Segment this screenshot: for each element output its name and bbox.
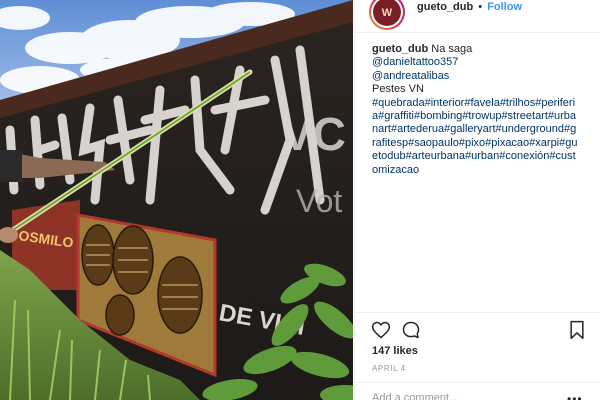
bookmark-icon[interactable] [567, 320, 587, 340]
post-photo[interactable]: VC Vot OSMILO DE VIAI [0, 0, 353, 400]
hashtag-line[interactable]: #quebrada#interior#favela#trilhos#perife… [372, 97, 588, 110]
avatar-logo-icon: W [376, 1, 398, 23]
comment-divider [355, 382, 600, 383]
caption-first-line: gueto_dub Na saga [372, 43, 594, 56]
post-caption: gueto_dub Na saga @danieltattoo357 @andr… [372, 43, 594, 177]
avatar[interactable]: W [369, 0, 405, 30]
caption-title: Na saga [431, 43, 473, 55]
caption-username-link[interactable]: gueto_dub [372, 43, 428, 55]
header-line: gueto_dub • Follow [417, 1, 522, 13]
caption-subtitle: Pestes VN [372, 83, 424, 96]
post-header: W gueto_dub • Follow [355, 0, 600, 33]
more-options-icon[interactable]: ••• [567, 392, 583, 400]
comment-icon[interactable] [401, 320, 421, 340]
hashtag-line[interactable]: etodub#arteurbana#urban#conexión#cust [372, 150, 588, 163]
post-date[interactable]: APRIL 4 [372, 364, 406, 373]
wall-letters-small: Vot [296, 183, 342, 219]
wall-letters-large: VC [282, 108, 346, 160]
mention-link[interactable]: @danieltattoo357 [372, 56, 458, 68]
comment-input[interactable] [372, 390, 552, 400]
likes-count[interactable]: 147 likes [372, 345, 418, 357]
hashtag-line[interactable]: omizacao [372, 164, 588, 177]
heart-icon[interactable] [371, 320, 391, 340]
username-link[interactable]: gueto_dub [417, 1, 473, 13]
hashtag-line[interactable]: a#graffiti#bombing#trowup#streetart#urba [372, 110, 588, 123]
hashtag-block[interactable]: #quebrada#interior#favela#trilhos#perife… [372, 97, 588, 177]
actions-divider [355, 312, 600, 313]
svg-text:W: W [382, 7, 393, 19]
hashtag-line[interactable]: nart#artederua#galleryart#underground#g [372, 123, 588, 136]
sleeve [0, 150, 22, 182]
follow-button[interactable]: Follow [487, 1, 522, 13]
mention-link[interactable]: @andreatalibas [372, 70, 449, 82]
hashtag-line[interactable]: rafitesp#saopaulo#pixo#pixacao#xarpi#gu [372, 137, 588, 150]
post-details-panel: W gueto_dub • Follow gueto_dub Na saga @… [354, 0, 600, 400]
separator-dot: • [478, 1, 483, 13]
avatar-image: W [373, 0, 401, 26]
graffiti-photo: VC Vot OSMILO DE VIAI [0, 0, 353, 400]
